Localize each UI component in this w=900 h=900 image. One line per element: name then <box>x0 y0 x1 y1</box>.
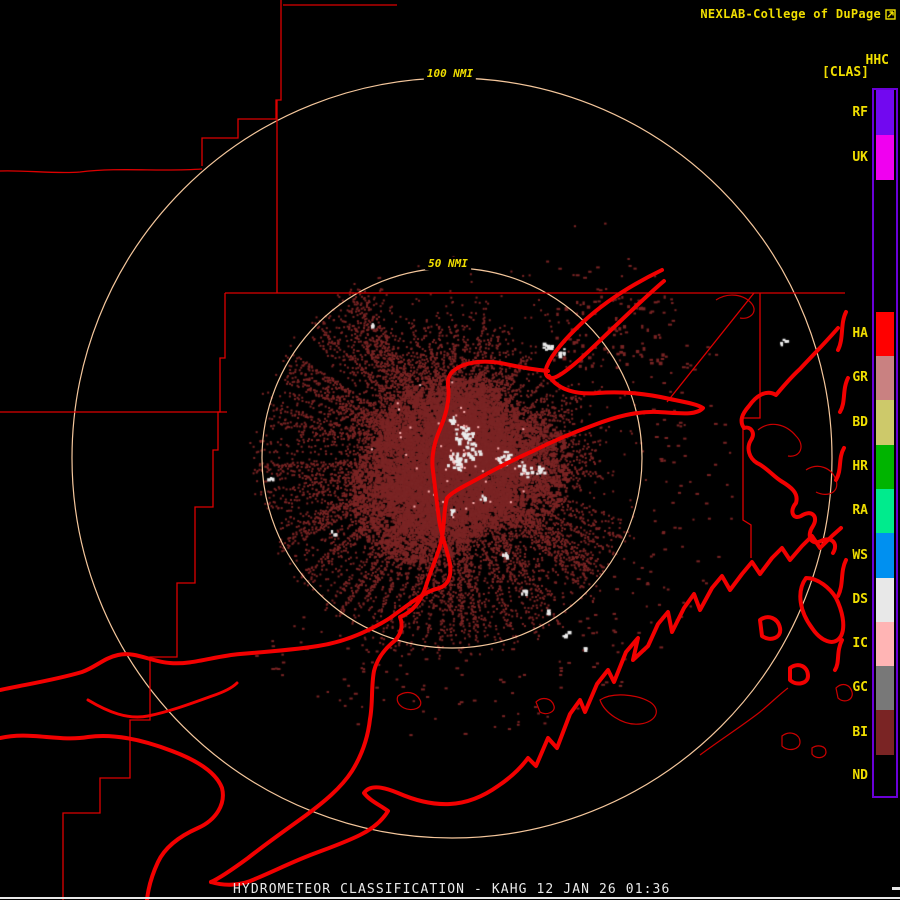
legend-swatch-HA <box>876 312 894 356</box>
product-title: HYDROMETEOR CLASSIFICATION - KAHG 12 JAN… <box>233 882 671 897</box>
legend-swatch-RF <box>876 90 894 135</box>
legend-swatch-spacer <box>876 180 894 312</box>
radar-map-overlay <box>0 0 853 900</box>
legend-label-BD: BD <box>852 414 868 430</box>
legend-label-UK: UK <box>852 149 868 165</box>
legend-label-RA: RA <box>852 503 868 518</box>
legend-label-IC: IC <box>852 636 868 651</box>
legend-swatch-UK <box>876 135 894 180</box>
legend-swatch-HR <box>876 445 894 489</box>
legend-label-GR: GR <box>852 370 868 385</box>
edge-tick <box>892 887 900 890</box>
header: NEXLAB-College of DuPage <box>700 7 896 21</box>
external-link-icon <box>885 8 896 20</box>
brand-text: NEXLAB-College of DuPage <box>700 7 881 21</box>
product-code: HHC <box>865 53 889 68</box>
legend-swatch-ND <box>876 755 894 796</box>
legend-label-DS: DS <box>852 592 868 607</box>
legend-swatch-BI <box>876 710 894 755</box>
footer-divider <box>0 897 900 899</box>
legend-label-BI: BI <box>852 724 868 740</box>
ring-label-100nmi: 100 NMI <box>423 67 477 80</box>
legend-swatch-RA <box>876 489 894 533</box>
legend-swatch-DS <box>876 578 894 622</box>
product-mode: [CLAS] <box>822 65 869 80</box>
radar-display: NEXLAB-College of DuPage HHC [CLAS] 100 … <box>0 0 900 900</box>
legend-swatch-IC <box>876 622 894 666</box>
ring-label-50nmi: 50 NMI <box>425 257 471 270</box>
legend-label-WS: WS <box>852 547 868 563</box>
legend-label-ND: ND <box>852 767 868 783</box>
legend-swatch-GC <box>876 666 894 710</box>
legend-label-RF: RF <box>852 104 868 120</box>
legend-swatch-WS <box>876 533 894 578</box>
legend-label-GC: GC <box>852 680 868 695</box>
county-boundaries <box>0 0 845 900</box>
legend-swatch-BD <box>876 400 894 445</box>
range-rings <box>71 77 833 839</box>
coastline-primary <box>0 268 850 900</box>
legend-label-HA: HA <box>852 326 868 341</box>
legend-swatch-GR <box>876 356 894 400</box>
legend-label-HR: HR <box>852 459 868 474</box>
